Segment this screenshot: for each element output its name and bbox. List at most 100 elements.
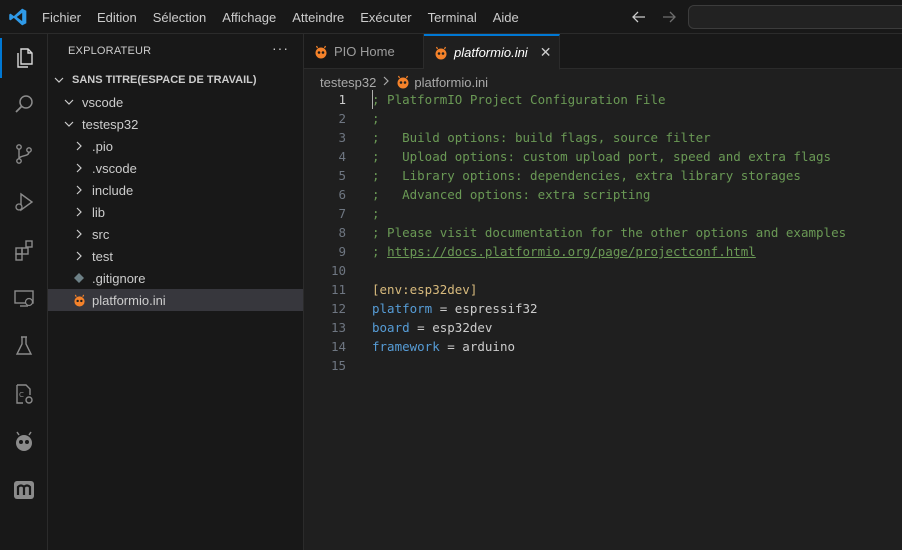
workspace-root[interactable]: SANS TITRE(ESPACE DE TRAVAIL) [48, 69, 303, 91]
code-line[interactable]: 12 platform = espressif32 [304, 299, 902, 318]
code-token: = arduino [439, 339, 515, 354]
tab-platformio-ini[interactable]: platformio.ini ✕ [424, 34, 560, 70]
tree-folder-pio[interactable]: .pio [48, 135, 303, 157]
line-text: framework = arduino [372, 339, 515, 354]
documentation-link[interactable]: https://docs.platformio.org/page/project… [387, 244, 756, 259]
more-actions-button[interactable]: ··· [272, 40, 289, 56]
code-line[interactable]: 2; [304, 109, 902, 128]
breadcrumb-file[interactable]: platformio.ini [414, 75, 488, 90]
m-icon[interactable] [0, 470, 48, 510]
code-line[interactable]: 1 ; PlatformIO Project Configuration File [304, 90, 902, 109]
tree-folder-testesp32[interactable]: testesp32 [48, 113, 303, 135]
chevron-right-icon [72, 163, 86, 173]
line-number: 13 [330, 320, 346, 335]
line-number: 8 [338, 225, 346, 240]
code-token: platform [372, 301, 433, 316]
line-text: ; PlatformIO Project Configuration File [372, 92, 666, 107]
explorer-sidebar: EXPLORATEUR ··· SANS TITRE(ESPACE DE TRA… [48, 34, 304, 550]
menu-terminal[interactable]: Terminal [420, 10, 485, 25]
explorer-files-icon[interactable] [0, 38, 48, 78]
code-token: ; Build options: build flags, source fil… [372, 130, 711, 145]
tree-folder-vscode[interactable]: vscode [48, 91, 303, 113]
chevron-down-icon [62, 119, 76, 129]
tree-file-gitignore[interactable]: .gitignore [48, 267, 303, 289]
line-number: 2 [338, 111, 346, 126]
text-cursor [372, 90, 373, 109]
tree-item-label: platformio.ini [92, 292, 166, 308]
testing-icon[interactable] [0, 326, 48, 366]
tree-item-label: lib [92, 204, 106, 220]
code-token: ; [372, 111, 380, 126]
menu-aide[interactable]: Aide [485, 10, 527, 25]
forward-arrow-icon[interactable] [658, 6, 680, 28]
line-number: 1 [338, 92, 346, 107]
line-text: board = esp32dev [372, 320, 492, 335]
code-token: [env:esp32dev] [372, 282, 478, 297]
menu-edition[interactable]: Edition [89, 10, 145, 25]
tree-folder-lib[interactable]: lib [48, 201, 303, 223]
code-line[interactable]: 4 ; Upload options: custom upload port, s… [304, 147, 902, 166]
line-number: 15 [330, 358, 346, 373]
line-text: platform = espressif32 [372, 301, 538, 316]
code-line[interactable]: 10 [304, 261, 902, 280]
tree-file-platformio-ini[interactable]: platformio.ini [48, 289, 303, 311]
code-line[interactable]: 5 ; Library options: dependencies, extra … [304, 166, 902, 185]
code-line[interactable]: 3 ; Build options: build flags, source fi… [304, 128, 902, 147]
code-line[interactable]: 6 ; Advanced options: extra scripting [304, 185, 902, 204]
code-token: ; PlatformIO Project Configuration File [372, 92, 666, 107]
code-line[interactable]: 13 board = esp32dev [304, 318, 902, 337]
tab-pio-home[interactable]: PIO Home [304, 34, 424, 69]
menu-atteindre[interactable]: Atteindre [284, 10, 352, 25]
line-number: 11 [330, 282, 346, 297]
code-line[interactable]: 8 ; Please visit documentation for the ot… [304, 223, 902, 242]
tree-folder-dot-vscode[interactable]: .vscode [48, 157, 303, 179]
breadcrumb-folder[interactable]: testesp32 [320, 75, 376, 90]
tree-folder-test[interactable]: test [48, 245, 303, 267]
line-text: ; Advanced options: extra scripting [372, 187, 650, 202]
menu-selection[interactable]: Sélection [145, 10, 214, 25]
close-icon[interactable]: ✕ [540, 44, 552, 61]
activity-bar: C [0, 34, 48, 550]
line-text: ; Build options: build flags, source fil… [372, 130, 711, 145]
vscode-logo-icon[interactable] [8, 7, 28, 27]
tab-bar: PIO Home platformio.ini ✕ [304, 34, 902, 70]
code-token: = espressif32 [432, 301, 538, 316]
line-number: 6 [338, 187, 346, 202]
line-text: ; Please visit documentation for the oth… [372, 225, 846, 240]
code-line[interactable]: 14 framework = arduino [304, 337, 902, 356]
tree-folder-include[interactable]: include [48, 179, 303, 201]
code-token: ; [372, 206, 380, 221]
editor-area: PIO Home platformio.ini ✕ testesp32 plat… [304, 34, 902, 550]
menu-executer[interactable]: Exécuter [352, 10, 419, 25]
source-control-icon[interactable] [0, 134, 48, 174]
tree-folder-src[interactable]: src [48, 223, 303, 245]
back-arrow-icon[interactable] [628, 6, 650, 28]
search-icon[interactable] [0, 84, 48, 124]
chevron-right-icon [72, 207, 86, 217]
workspace-label: SANS TITRE(ESPACE DE TRAVAIL) [72, 74, 257, 86]
remote-explorer-icon[interactable] [0, 278, 48, 318]
git-file-icon [72, 272, 86, 284]
menu-affichage[interactable]: Affichage [214, 10, 284, 25]
cmake-icon[interactable]: C [0, 374, 48, 414]
platformio-icon[interactable] [0, 422, 48, 462]
command-center-search[interactable] [688, 5, 902, 29]
navigation-arrows [628, 6, 680, 28]
extensions-icon[interactable] [0, 230, 48, 270]
code-line[interactable]: 15 [304, 356, 902, 375]
code-token: ; [372, 244, 388, 259]
code-line[interactable]: 7; [304, 204, 902, 223]
tree-item-label: testesp32 [82, 116, 139, 132]
chevron-down-icon [62, 97, 76, 107]
platformio-file-icon [72, 294, 86, 307]
code-line[interactable]: 9; https://docs.platformio.org/page/proj… [304, 242, 902, 261]
tree-item-label: test [92, 248, 113, 264]
menu-fichier[interactable]: Fichier [34, 10, 89, 25]
code-line[interactable]: 11 [env:esp32dev] [304, 280, 902, 299]
chevron-right-icon [72, 251, 86, 261]
line-number: 14 [330, 339, 346, 354]
run-debug-icon[interactable] [0, 182, 48, 222]
line-number: 3 [338, 130, 346, 145]
line-number: 5 [338, 168, 346, 183]
line-text: ; Library options: dependencies, extra l… [372, 168, 801, 183]
